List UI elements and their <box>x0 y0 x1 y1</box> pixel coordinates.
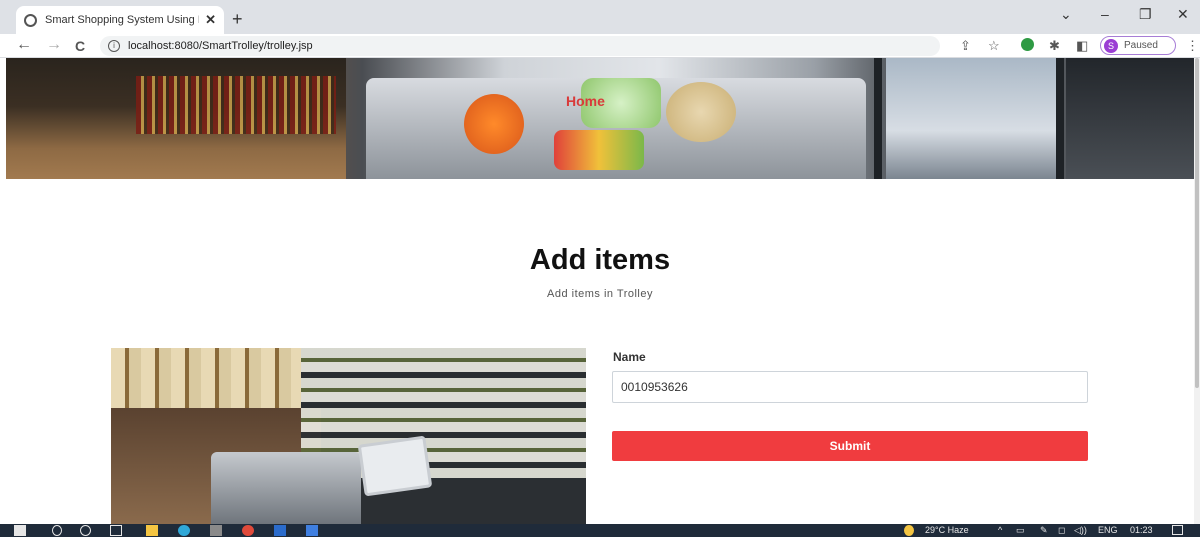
extension-icon[interactable] <box>1021 38 1034 51</box>
task-view-icon[interactable] <box>110 525 122 536</box>
photo-trolley <box>211 452 361 524</box>
tab-title: Smart Shopping System Using R <box>45 14 200 26</box>
reload-button[interactable]: C <box>75 38 85 54</box>
photo-shelf <box>111 348 301 408</box>
hero-freezer <box>886 58 1056 179</box>
tab-close-icon[interactable]: ✕ <box>205 12 216 28</box>
chrome-icon[interactable] <box>242 525 254 536</box>
side-panel-icon[interactable]: ◧ <box>1076 38 1088 54</box>
app-icon[interactable] <box>306 525 318 536</box>
extensions-puzzle-icon[interactable]: ✱ <box>1049 38 1060 54</box>
globe-icon <box>24 13 37 27</box>
photo-trolley-screen <box>357 435 433 497</box>
clock[interactable]: 01:23 <box>1130 525 1153 535</box>
bookmark-star-icon[interactable]: ☆ <box>988 38 1000 54</box>
menu-kebab-icon[interactable]: ⋮ <box>1186 38 1199 54</box>
language-indicator[interactable]: ENG <box>1098 525 1118 535</box>
browser-tabstrip: Smart Shopping System Using R ✕ + ⌄ – ❐ … <box>0 0 1200 34</box>
browser-tab[interactable]: Smart Shopping System Using R ✕ <box>16 6 224 34</box>
hero-produce <box>554 130 644 170</box>
back-button[interactable]: ← <box>16 36 32 54</box>
hero-banner-image <box>6 58 1194 179</box>
windows-taskbar: 29°C Haze ^ ▭ ✎ ◻ ◁)) ENG 01:23 <box>0 524 1200 537</box>
forward-button[interactable]: → <box>46 36 62 54</box>
network-icon[interactable]: ◻ <box>1058 525 1065 536</box>
restore-button[interactable]: ❐ <box>1139 6 1152 23</box>
windows-start-icon[interactable] <box>14 525 26 536</box>
cortana-icon[interactable] <box>80 525 91 536</box>
scrollbar-thumb[interactable] <box>1195 58 1199 388</box>
weather-icon <box>904 525 914 536</box>
file-explorer-icon[interactable] <box>146 525 158 536</box>
hero-melon <box>666 82 736 142</box>
hero-bottles <box>136 76 336 134</box>
page-subtitle: Add items in Trolley <box>547 288 653 300</box>
new-tab-button[interactable]: + <box>232 9 243 30</box>
name-label: Name <box>613 350 646 364</box>
avatar: S <box>1104 38 1118 53</box>
app-icon[interactable] <box>274 525 286 536</box>
battery-icon[interactable]: ▭ <box>1016 525 1025 536</box>
tray-chevron-icon[interactable]: ^ <box>998 525 1002 535</box>
trolley-photo <box>111 348 586 524</box>
hero-freezer-dark <box>1066 58 1194 179</box>
name-input[interactable] <box>612 371 1088 403</box>
minimize-button[interactable]: – <box>1101 6 1109 22</box>
notifications-icon[interactable] <box>1172 525 1183 535</box>
share-icon[interactable]: ⇪ <box>960 38 971 54</box>
page-title: Add items <box>529 244 671 276</box>
pen-icon[interactable]: ✎ <box>1040 525 1048 536</box>
url-text: localhost:8080/SmartTrolley/trolley.jsp <box>128 40 313 52</box>
browser-toolbar: ← → C i localhost:8080/SmartTrolley/trol… <box>0 34 1200 58</box>
page-scrollbar[interactable] <box>1194 58 1200 524</box>
address-bar[interactable]: i localhost:8080/SmartTrolley/trolley.js… <box>100 36 940 56</box>
tab-search-icon[interactable]: ⌄ <box>1060 6 1072 23</box>
store-icon[interactable] <box>210 525 222 536</box>
hero-door-frame <box>1056 58 1064 179</box>
close-window-button[interactable]: ✕ <box>1177 6 1189 23</box>
hero-door-frame <box>874 58 882 179</box>
submit-button[interactable]: Submit <box>612 431 1088 461</box>
hero-oranges <box>464 94 524 154</box>
profile-status: Paused <box>1124 40 1158 51</box>
search-icon[interactable] <box>52 525 62 536</box>
profile-button[interactable]: S Paused <box>1100 36 1176 55</box>
nav-home-link[interactable]: Home <box>566 93 605 109</box>
volume-icon[interactable]: ◁)) <box>1074 525 1087 536</box>
weather-text[interactable]: 29°C Haze <box>925 525 969 535</box>
info-icon[interactable]: i <box>108 40 120 52</box>
edge-icon[interactable] <box>178 525 190 536</box>
